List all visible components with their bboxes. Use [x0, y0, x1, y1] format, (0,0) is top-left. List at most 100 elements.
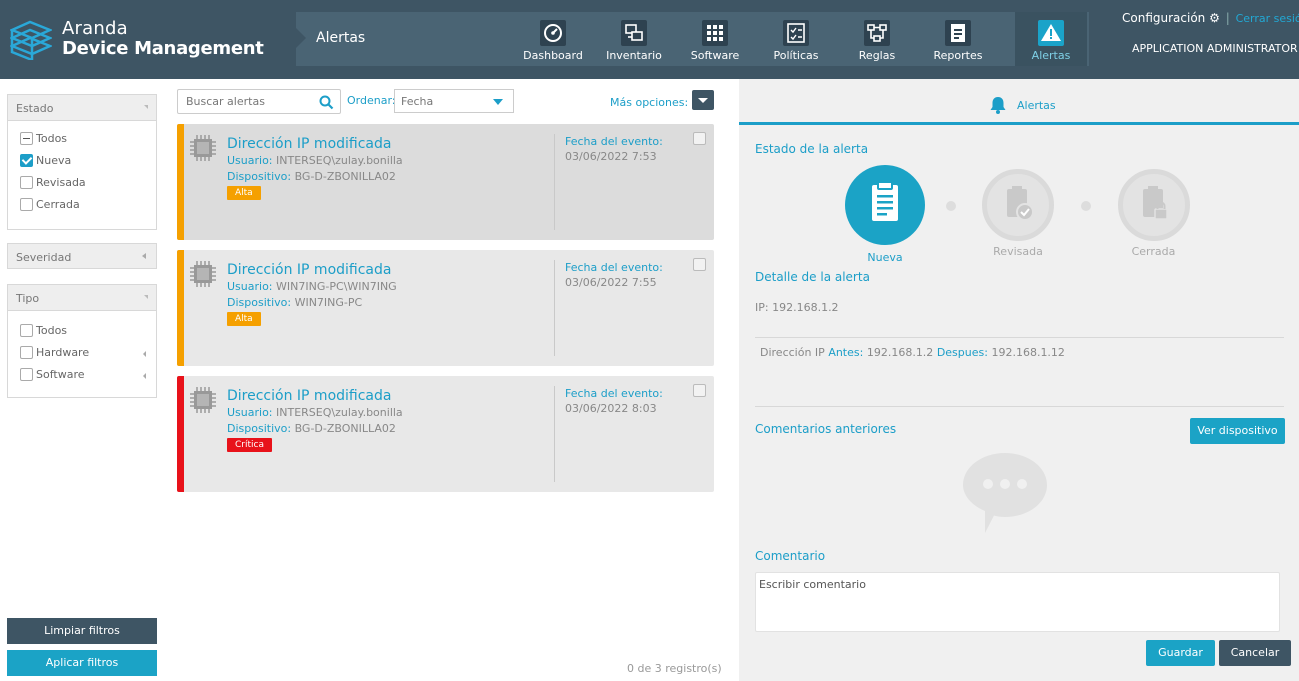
expand-caret-icon[interactable] [143, 351, 146, 357]
aranda-logo-icon [10, 20, 52, 60]
search-icon[interactable] [319, 95, 334, 110]
alert-title[interactable]: Dirección IP modificada [227, 388, 391, 404]
filter-option-tipo-hardware[interactable]: Hardware [8, 342, 156, 364]
checkbox-icon[interactable] [20, 324, 33, 337]
filter-option-estado-todos[interactable]: Todos [8, 128, 156, 150]
nav-reportes-label: Reportes [933, 49, 983, 62]
event-date: 03/06/2022 8:03 [565, 402, 657, 415]
more-options-button[interactable] [692, 90, 714, 110]
brand-logo[interactable]: Aranda Device Management [10, 14, 270, 64]
breadcrumb-arrow [296, 28, 306, 48]
chip-icon [190, 387, 216, 413]
nav-alertas[interactable]: Alertas [1015, 12, 1087, 66]
alert-card[interactable]: Dirección IP modificada Usuario: INTERSE… [177, 124, 714, 240]
rules-flow-icon [864, 20, 890, 46]
page-title: Alertas [316, 30, 366, 46]
alert-card[interactable]: Dirección IP modificada Usuario: WIN7ING… [177, 250, 714, 366]
records-count: 0 de 3 registro(s) [627, 662, 722, 675]
select-checkbox[interactable] [693, 258, 706, 271]
search-input[interactable] [186, 95, 314, 108]
step-connector [1081, 201, 1091, 211]
step-label: Nueva [867, 251, 903, 264]
divider [554, 386, 555, 482]
clear-filters-button[interactable]: Limpiar filtros [7, 618, 157, 644]
event-date: 03/06/2022 7:55 [565, 276, 657, 289]
select-checkbox[interactable] [693, 384, 706, 397]
gear-icon[interactable]: ⚙ [1209, 11, 1220, 25]
filter-panel-tipo: Tipo Todos Hardware Software [7, 284, 157, 398]
tab-alertas[interactable]: Alertas [739, 79, 1299, 125]
filter-title-estado: Estado [16, 102, 54, 115]
chip-icon [190, 135, 216, 161]
severity-badge: Crítica [227, 438, 272, 452]
checkbox-icon[interactable] [20, 198, 33, 211]
nav-dashboard[interactable]: Dashboard [517, 12, 589, 66]
more-options-label: Más opciones: [610, 96, 689, 109]
severity-badge: Alta [227, 186, 261, 200]
filter-header-severidad[interactable]: Severidad [7, 243, 157, 269]
logout-link[interactable]: Cerrar sesión [1236, 12, 1299, 25]
user-value: INTERSEQ\zulay.bonilla [276, 406, 403, 419]
view-device-button[interactable]: Ver dispositivo [1190, 418, 1285, 444]
config-area: Configuración ⚙ | Cerrar sesión [1122, 11, 1299, 25]
option-label: Software [36, 368, 85, 381]
nav-reportes[interactable]: Reportes [922, 12, 994, 66]
nav-reglas[interactable]: Reglas [841, 12, 913, 66]
device-key: Dispositivo: [227, 422, 292, 435]
option-label: Todos [36, 132, 68, 145]
filter-title-tipo: Tipo [16, 292, 40, 305]
filter-option-tipo-software[interactable]: Software [8, 364, 156, 386]
apply-filters-button[interactable]: Aplicar filtros [7, 650, 157, 676]
brand-product: Device Management [62, 38, 264, 59]
order-select[interactable]: Fecha [394, 89, 514, 113]
filter-option-tipo-todos[interactable]: Todos [8, 320, 156, 342]
top-header: Aranda Device Management Alertas Dashboa… [0, 0, 1299, 79]
user-value: WIN7ING-PC\WIN7ING [276, 280, 397, 293]
device-key: Dispositivo: [227, 296, 292, 309]
chat-bubble-icon [963, 453, 1047, 533]
cancel-button[interactable]: Cancelar [1219, 640, 1291, 666]
search-box [177, 89, 341, 114]
nav-politicas[interactable]: Políticas [760, 12, 832, 66]
device-key: Dispositivo: [227, 170, 292, 183]
expand-caret-icon[interactable] [143, 373, 146, 379]
alert-user: Usuario: WIN7ING-PC\WIN7ING [227, 280, 397, 293]
option-label: Cerrada [36, 198, 80, 211]
checkbox-partial-icon[interactable] [20, 132, 33, 145]
filter-header-estado[interactable]: Estado [8, 95, 156, 121]
nav-software[interactable]: Software [679, 12, 751, 66]
expand-caret-icon [142, 253, 146, 259]
filter-panel-estado: Estado Todos Nueva Revisada Cerrada [7, 94, 157, 230]
filter-option-estado-nueva[interactable]: Nueva [8, 150, 156, 172]
device-value: WIN7ING-PC [294, 296, 363, 309]
option-label: Nueva [36, 154, 72, 167]
filter-option-estado-revisada[interactable]: Revisada [8, 172, 156, 194]
alert-card[interactable]: Dirección IP modificada Usuario: INTERSE… [177, 376, 714, 492]
divider [554, 134, 555, 230]
checkbox-icon[interactable] [20, 346, 33, 359]
bell-icon [990, 97, 1006, 114]
nav-software-label: Software [690, 49, 740, 62]
checkbox-icon[interactable] [20, 368, 33, 381]
alert-user: Usuario: INTERSEQ\zulay.bonilla [227, 154, 403, 167]
device-value: BG-D-ZBONILLA02 [294, 422, 396, 435]
event-date-label: Fecha del evento: [565, 261, 663, 274]
filter-option-estado-cerrada[interactable]: Cerrada [8, 194, 156, 216]
step-revisada: Revisada [982, 169, 1054, 258]
ip-address: IP: 192.168.1.2 [755, 301, 839, 314]
checkbox-checked-icon[interactable] [20, 154, 33, 167]
comment-input[interactable] [756, 573, 1279, 631]
config-link[interactable]: Configuración [1122, 11, 1205, 25]
alert-title[interactable]: Dirección IP modificada [227, 262, 391, 278]
select-checkbox[interactable] [693, 132, 706, 145]
alert-title[interactable]: Dirección IP modificada [227, 136, 391, 152]
save-button[interactable]: Guardar [1146, 640, 1215, 666]
alert-user: Usuario: INTERSEQ\zulay.bonilla [227, 406, 403, 419]
after-key: Despues: [936, 346, 988, 359]
filter-header-tipo[interactable]: Tipo [8, 285, 156, 311]
nav-inventario[interactable]: Inventario [598, 12, 670, 66]
nav-inventario-label: Inventario [606, 49, 662, 62]
filter-title-severidad: Severidad [16, 251, 72, 264]
separator: | [1225, 11, 1230, 25]
checkbox-icon[interactable] [20, 176, 33, 189]
